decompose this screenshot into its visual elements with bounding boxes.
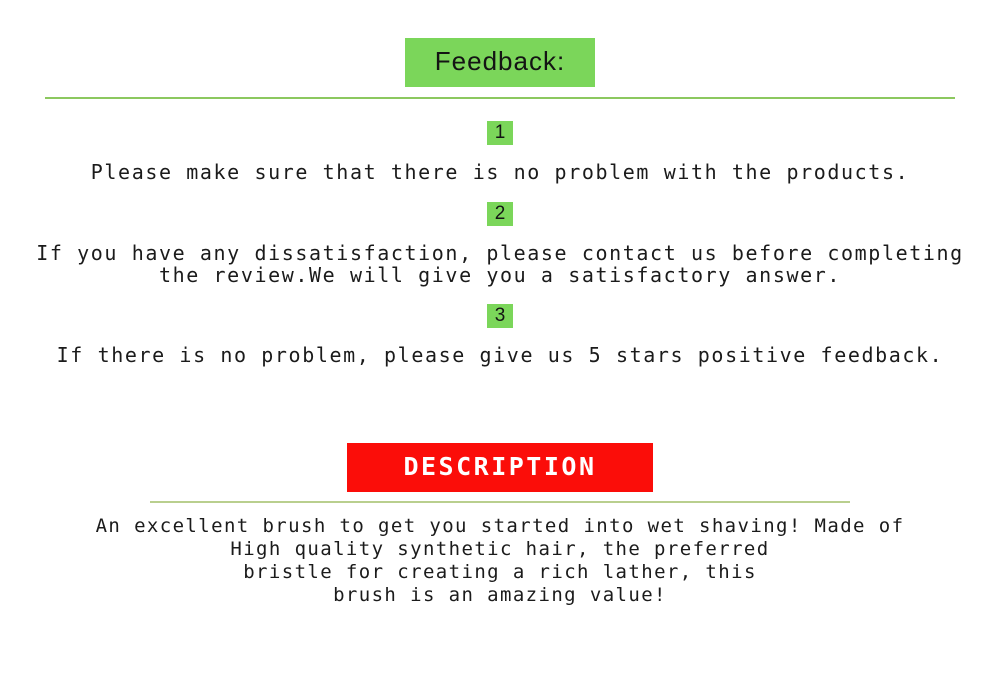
feedback-item-1: 1 [0, 120, 1000, 145]
feedback-number-badge-3: 3 [487, 303, 513, 328]
feedback-text-3: If there is no problem, please give us 5… [56, 342, 944, 367]
feedback-item-3: 3 [0, 303, 1000, 328]
feedback-text-2: If you have any dissatisfaction, please … [36, 240, 964, 287]
description-header: DESCRIPTION [0, 442, 1000, 493]
feedback-text-1: Please make sure that there is no proble… [90, 159, 910, 184]
feedback-item-2: 2 [0, 201, 1000, 226]
feedback-title-badge: Feedback: [404, 38, 596, 87]
product-detail-page: Feedback: 1 Please make sure that there … [0, 0, 1000, 680]
description-divider [150, 501, 850, 504]
feedback-divider [45, 96, 955, 99]
feedback-header: Feedback: [0, 0, 1000, 87]
description-title-badge: DESCRIPTION [347, 442, 653, 493]
feedback-number-badge-1: 1 [487, 120, 513, 145]
description-text: An excellent brush to get you started in… [95, 515, 905, 607]
feedback-number-badge-2: 2 [487, 201, 513, 226]
